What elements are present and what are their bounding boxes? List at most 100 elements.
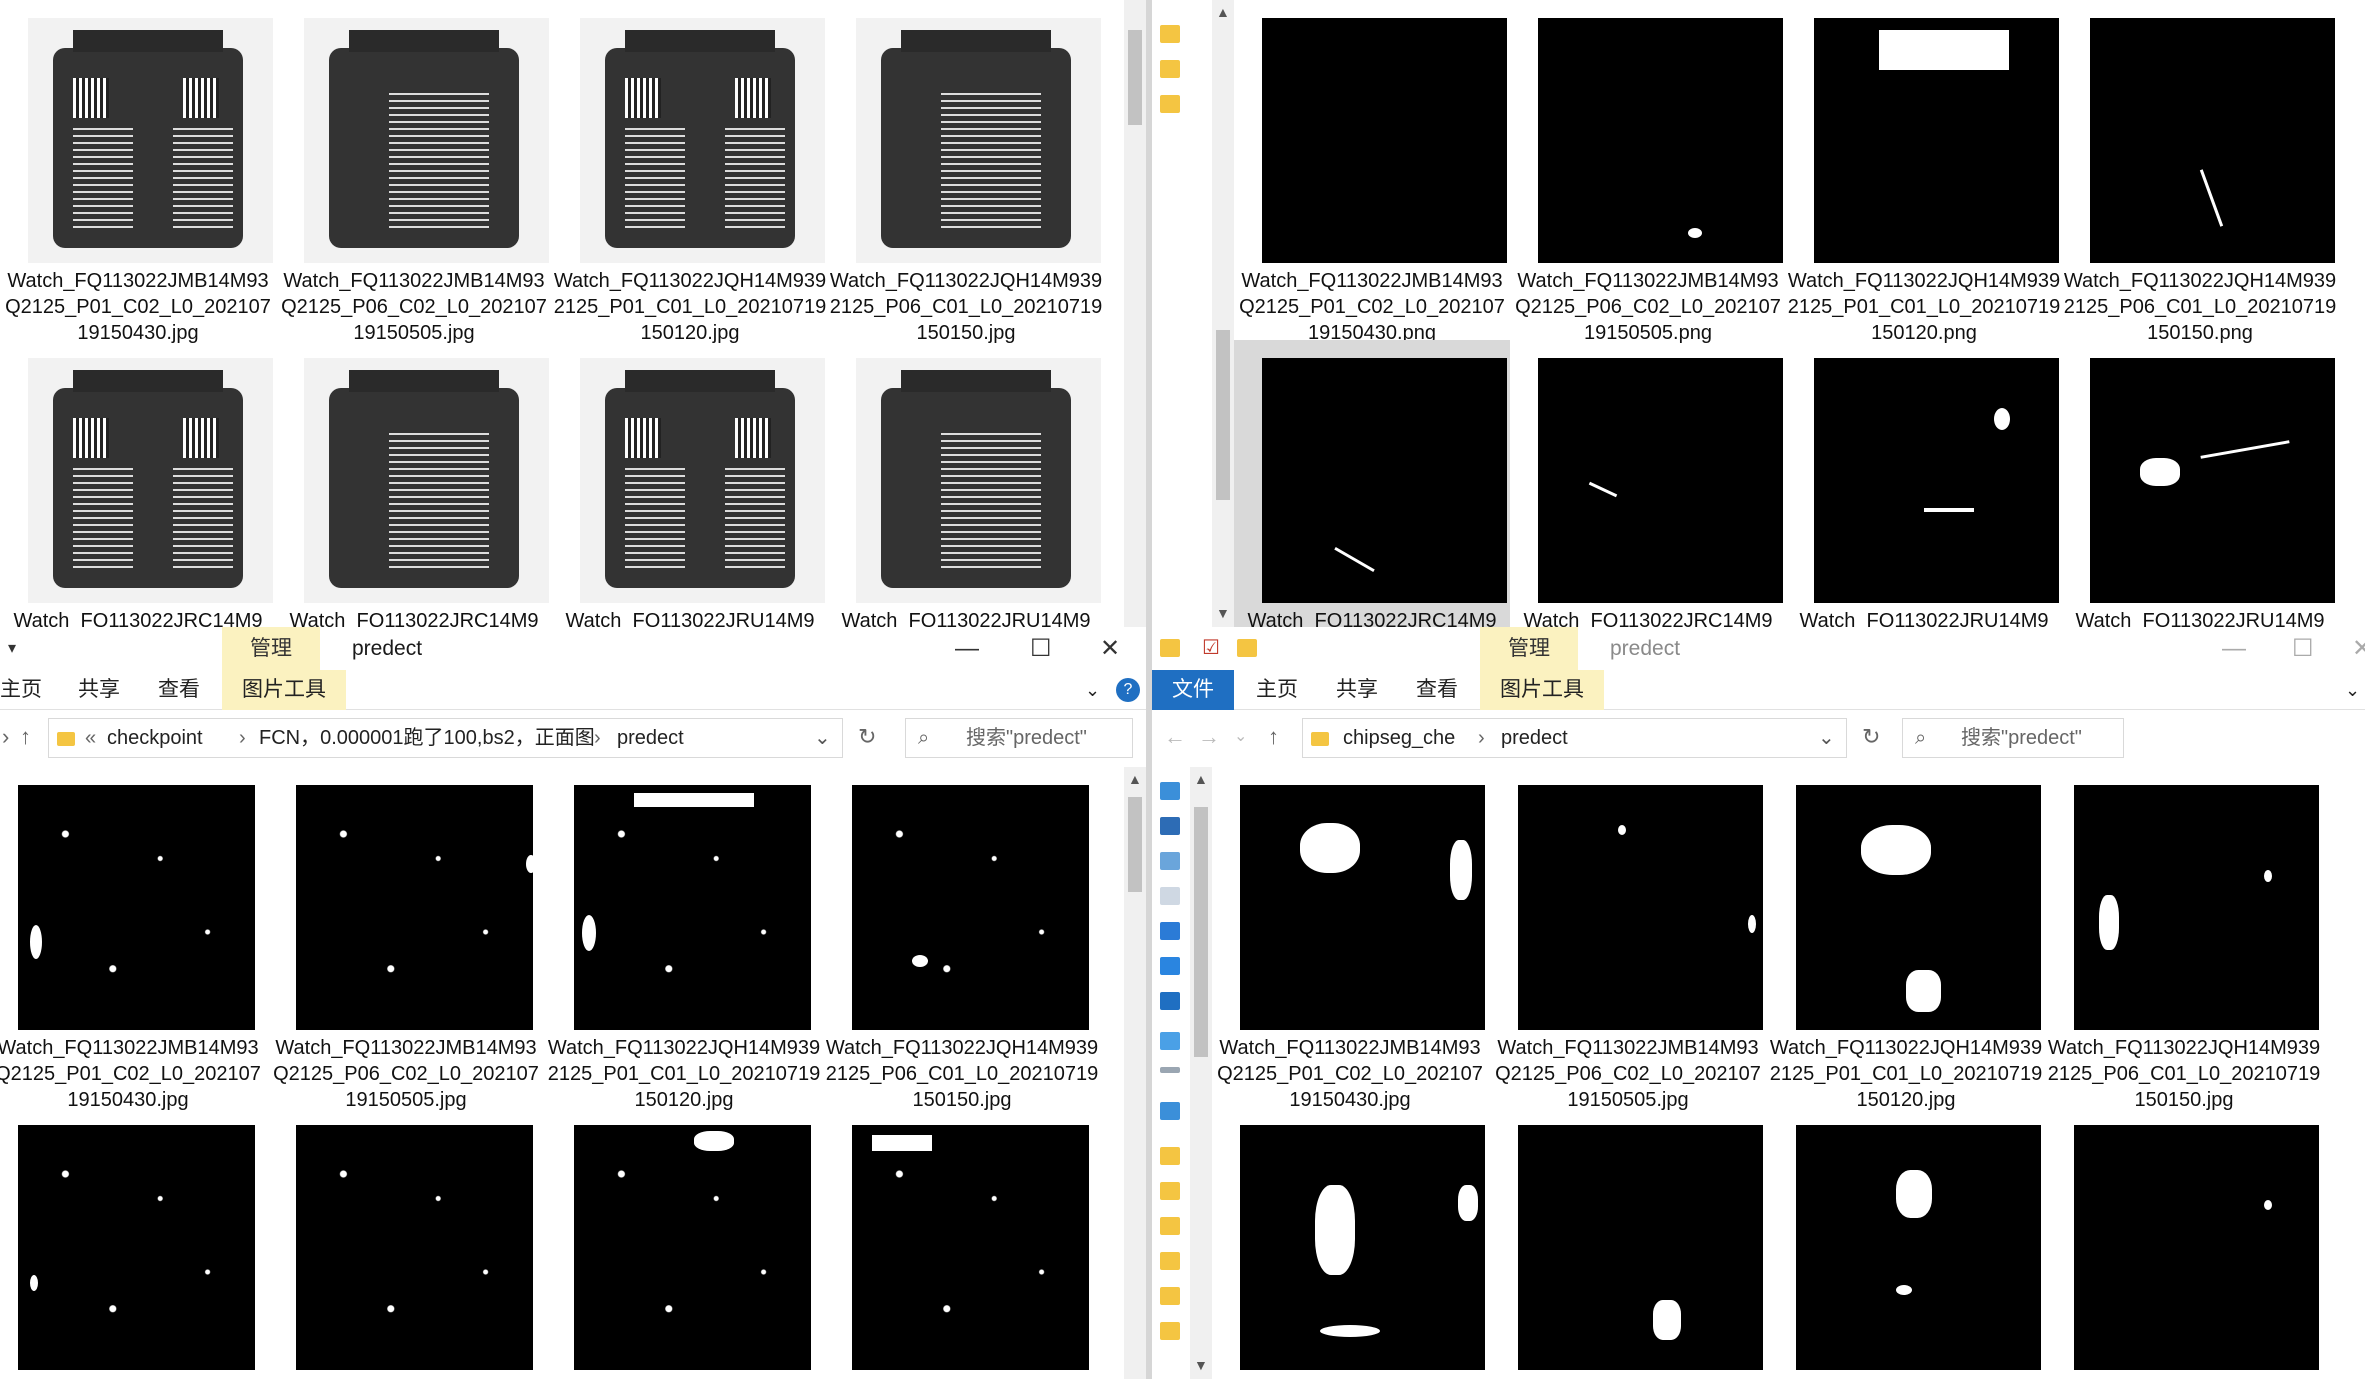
network-icon[interactable]	[1160, 1102, 1180, 1120]
file-tile[interactable]: Watch_FQ113022JRU14M9	[828, 340, 1104, 627]
maximize-button[interactable]: ☐	[2292, 627, 2314, 670]
file-tile[interactable]: Watch_FQ113022JMB14M93Q2125_P06_C02_L0_2…	[276, 0, 552, 344]
search-input[interactable]: ⌕ 搜索"predect"	[1902, 718, 2124, 758]
this-pc-icon[interactable]	[1160, 1032, 1180, 1050]
file-tile[interactable]: Watch_FQ113022JRU14M9	[2062, 340, 2338, 627]
tab-view[interactable]: 查看	[1416, 670, 1458, 710]
file-tile[interactable]	[268, 1107, 544, 1379]
file-tile[interactable]: Watch_FQ113022JMB14M93Q2125_P01_C02_L0_2…	[1212, 767, 1488, 1111]
close-button[interactable]: ✕	[2352, 627, 2365, 670]
folder-icon[interactable]	[1160, 25, 1180, 43]
vertical-scrollbar[interactable]	[1124, 0, 1146, 627]
file-tile[interactable]: Watch_FQ113022JQH14M9392125_P06_C01_L0_2…	[828, 0, 1104, 344]
file-tile[interactable]	[2046, 1107, 2322, 1379]
close-button[interactable]: ✕	[1100, 627, 1120, 670]
checkbox-icon[interactable]: ☑	[1202, 627, 1220, 670]
search-input[interactable]: ⌕ 搜索"predect"	[905, 718, 1133, 758]
file-tile[interactable]: Watch_FQ113022JMB14M93Q2125_P06_C02_L0_2…	[1490, 767, 1766, 1111]
file-tile[interactable]: Watch_FQ113022JQH14M9392125_P01_C01_L0_2…	[546, 767, 822, 1111]
scrollbar-thumb[interactable]	[1128, 797, 1142, 892]
scrollbar-thumb[interactable]	[1194, 807, 1208, 1057]
file-tile[interactable]: Watch_FQ113022JRC14M9	[1510, 340, 1786, 627]
file-tile[interactable]: Watch_FQ113022JRU14M9	[1786, 340, 2062, 627]
breadcrumb-fcn[interactable]: FCN，0.000001跑了100,bs2，正面图	[259, 719, 595, 757]
scroll-down-icon[interactable]: ▼	[1216, 605, 1230, 621]
file-tile[interactable]: Watch_FQ113022JMB14M93Q2125_P01_C02_L0_2…	[1234, 0, 1510, 344]
tab-view[interactable]: 查看	[158, 670, 200, 710]
folder-icon[interactable]	[1160, 1252, 1180, 1270]
address-bar[interactable]: chipseg_che › predect ⌄	[1302, 718, 1847, 758]
file-tile[interactable]: Watch_FQ113022JQH14M9392125_P01_C01_L0_2…	[1768, 767, 2044, 1111]
downloads-icon[interactable]	[1160, 922, 1180, 940]
file-tile[interactable]: Watch_FQ113022JRU14M9	[552, 340, 828, 627]
up-icon[interactable]: ↑	[1268, 710, 1279, 764]
videos-icon[interactable]	[1160, 992, 1180, 1010]
drive-icon[interactable]	[1160, 1067, 1180, 1073]
file-tile[interactable]: Watch_FQ113022JMB14M93Q2125_P01_C02_L0_2…	[0, 0, 276, 344]
scroll-up-icon[interactable]: ▲	[1128, 771, 1142, 787]
tab-share[interactable]: 共享	[78, 670, 120, 710]
minimize-button[interactable]: —	[2222, 627, 2246, 670]
scrollbar-thumb[interactable]	[1216, 330, 1230, 500]
scroll-up-icon[interactable]: ▲	[1216, 4, 1230, 20]
folder-icon[interactable]	[1160, 1147, 1180, 1165]
navigation-scrollbar[interactable]: ▲ ▼	[1212, 0, 1234, 627]
refresh-icon[interactable]: ↻	[858, 710, 876, 764]
folder-icon[interactable]	[1160, 95, 1180, 113]
back-icon[interactable]: ←	[1164, 710, 1186, 764]
vertical-scrollbar[interactable]: ▲	[1124, 767, 1146, 1379]
file-tile[interactable]	[0, 1107, 266, 1379]
file-tile[interactable]: Watch_FQ113022JMB14M93Q2125_P06_C02_L0_2…	[1510, 0, 1786, 344]
file-tile[interactable]: Watch_FQ113022JRC14M9	[0, 340, 276, 627]
up-icon[interactable]: ↑	[20, 710, 31, 764]
file-tile[interactable]	[1212, 1107, 1488, 1379]
tab-manage[interactable]: 管理	[1480, 627, 1578, 670]
minimize-button[interactable]: —	[955, 627, 979, 670]
breadcrumb-predect[interactable]: predect	[617, 719, 684, 757]
file-tile[interactable]	[1490, 1107, 1766, 1379]
file-tile[interactable]: Watch_FQ113022JQH14M9392125_P06_C01_L0_2…	[2046, 767, 2322, 1111]
file-tile[interactable]: Watch_FQ113022JQH14M9392125_P01_C01_L0_2…	[552, 0, 828, 344]
expand-ribbon-icon[interactable]: ⌄	[2345, 670, 2360, 710]
address-bar[interactable]: « checkpoint › FCN，0.000001跑了100,bs2，正面图…	[48, 718, 843, 758]
tab-home[interactable]: 主页	[0, 670, 42, 710]
file-tile[interactable]: Watch_FQ113022JQH14M9392125_P06_C01_L0_2…	[824, 767, 1100, 1111]
tab-picture-tools[interactable]: 图片工具	[222, 670, 346, 710]
chevron-down-icon[interactable]: ⌄	[814, 719, 831, 757]
pictures-icon[interactable]	[1160, 852, 1180, 870]
quick-access-chevron-icon[interactable]: ▾	[8, 627, 16, 670]
documents-icon[interactable]	[1160, 817, 1180, 835]
folder-icon[interactable]	[1160, 1287, 1180, 1305]
file-tile[interactable]: Watch_FQ113022JRC14M9	[276, 340, 552, 627]
breadcrumb-checkpoint[interactable]: checkpoint	[107, 719, 203, 757]
file-tile[interactable]	[1768, 1107, 2044, 1379]
tab-home[interactable]: 主页	[1256, 670, 1298, 710]
scroll-down-icon[interactable]: ▼	[1194, 1357, 1208, 1373]
maximize-button[interactable]: ☐	[1030, 627, 1052, 670]
scroll-up-icon[interactable]: ▲	[1194, 771, 1208, 787]
tab-manage[interactable]: 管理	[222, 627, 320, 670]
folder-icon[interactable]	[1160, 1322, 1180, 1340]
navigation-scrollbar[interactable]: ▲ ▼	[1190, 767, 1212, 1379]
expand-ribbon-icon[interactable]: ⌄	[1085, 670, 1100, 710]
back-icon[interactable]: ›	[2, 710, 9, 764]
recent-chevron-icon[interactable]: ⌄	[1234, 710, 1247, 764]
breadcrumb-overflow[interactable]: «	[85, 719, 96, 757]
file-tile[interactable]: Watch_FQ113022JQH14M9392125_P01_C01_L0_2…	[1786, 0, 2062, 344]
desktop-icon[interactable]	[1160, 782, 1180, 800]
tab-share[interactable]: 共享	[1336, 670, 1378, 710]
music-icon[interactable]	[1160, 957, 1180, 975]
file-tile[interactable]	[546, 1107, 822, 1379]
document-icon[interactable]	[1160, 887, 1180, 905]
file-tile[interactable]: Watch_FQ113022JMB14M93Q2125_P06_C02_L0_2…	[268, 767, 544, 1111]
forward-icon[interactable]: →	[1198, 710, 1220, 764]
file-tile-selected[interactable]: Watch_FQ113022JRC14M9	[1234, 340, 1510, 627]
chevron-down-icon[interactable]: ⌄	[1818, 719, 1835, 757]
tab-file[interactable]: 文件	[1152, 670, 1234, 710]
folder-icon[interactable]	[1160, 1217, 1180, 1235]
file-tile[interactable]: Watch_FQ113022JMB14M93Q2125_P01_C02_L0_2…	[0, 767, 266, 1111]
breadcrumb-predect[interactable]: predect	[1501, 719, 1568, 757]
breadcrumb-chipseg[interactable]: chipseg_che	[1343, 719, 1455, 757]
tab-picture-tools[interactable]: 图片工具	[1480, 670, 1604, 710]
help-icon[interactable]: ?	[1116, 678, 1140, 702]
